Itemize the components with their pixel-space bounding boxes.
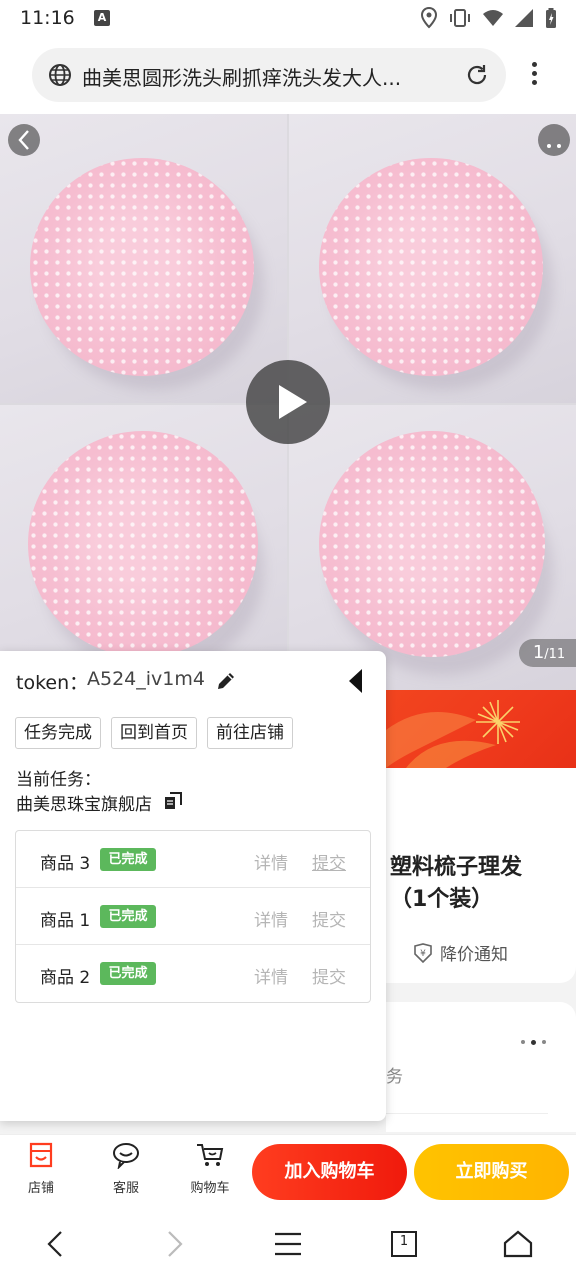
go-store-button[interactable]: 前往店铺 — [207, 717, 293, 749]
address-bar[interactable]: 曲美思圆形洗头刷抓痒洗头发大人... — [32, 48, 506, 102]
product-gallery[interactable]: 1/11 — [0, 114, 576, 692]
status-bar: 11:16 A — [0, 0, 576, 36]
task-submit-link[interactable]: 提交 — [312, 963, 346, 988]
play-icon — [279, 385, 307, 419]
store-label: 店铺 — [27, 1181, 54, 1196]
globe-icon — [49, 64, 71, 86]
panel-button-row: 任务完成 回到首页 前往店铺 — [15, 717, 293, 749]
task-row: 商品 1 已完成 详情 提交 — [16, 888, 370, 945]
customer-service-button[interactable]: 客服 — [96, 1141, 156, 1196]
signal-icon — [515, 9, 533, 27]
firework-icon — [386, 700, 520, 768]
task-submit-link[interactable]: 提交 — [312, 849, 346, 874]
token-value: A524_iv1m4 — [87, 668, 205, 690]
task-detail-link[interactable]: 详情 — [254, 963, 288, 988]
page-total: /11 — [544, 647, 566, 662]
product-info-card: 塑料梳子理发 （1个装） ¥ 降价通知 — [386, 768, 576, 983]
back-nav-icon[interactable] — [40, 1228, 72, 1260]
current-task-label: 当前任务： — [16, 770, 101, 790]
gallery-back-button[interactable] — [8, 124, 40, 156]
cart-icon — [197, 1144, 224, 1166]
gallery-more-button[interactable] — [538, 124, 570, 156]
vibrate-icon — [450, 9, 470, 27]
task-table: 商品 3 已完成 详情 提交 商品 1 已完成 详情 提交 商品 2 已完成 详… — [15, 830, 371, 1003]
task-row: 商品 2 已完成 详情 提交 — [16, 945, 370, 1002]
wifi-icon — [483, 10, 503, 26]
service-more-dots — [521, 1040, 546, 1045]
chevron-left-icon — [18, 130, 29, 150]
customer-service-label: 客服 — [112, 1181, 139, 1196]
customer-service-icon — [113, 1143, 139, 1171]
price-notify-button[interactable]: ¥ 降价通知 — [412, 940, 508, 965]
product-title-line2: （1个装） — [390, 887, 494, 912]
task-name: 商品 1 — [40, 911, 91, 931]
task-submit-link[interactable]: 提交 — [312, 906, 346, 931]
service-partial-text: 务 — [386, 1067, 403, 1087]
edit-icon[interactable] — [214, 669, 238, 693]
back-home-button[interactable]: 回到首页 — [111, 717, 197, 749]
address-text: 曲美思圆形洗头刷抓痒洗头发大人... — [82, 66, 402, 90]
product-image-tl — [0, 114, 287, 403]
collapse-left-icon[interactable] — [346, 667, 366, 695]
product-image-bl — [0, 405, 287, 692]
status-badge: 已完成 — [100, 848, 156, 871]
status-badge: 已完成 — [100, 962, 156, 985]
status-icons — [420, 6, 558, 30]
task-detail-link[interactable]: 详情 — [254, 849, 288, 874]
store-button[interactable]: 店铺 — [11, 1141, 71, 1196]
cart-label: 购物车 — [190, 1181, 230, 1196]
menu-nav-icon[interactable] — [272, 1228, 304, 1260]
browser-nav-bar: 1 — [0, 1208, 576, 1280]
battery-icon — [546, 8, 556, 28]
forward-nav-icon[interactable] — [158, 1228, 190, 1260]
screen: 11:16 A 曲美思圆形洗头刷抓痒洗头发大人... 1/11 塑料梳子理发 （… — [0, 0, 576, 1280]
price-notify-label: 降价通知 — [440, 945, 508, 965]
home-nav-icon[interactable] — [502, 1228, 534, 1260]
reload-icon[interactable] — [464, 62, 490, 88]
play-button[interactable] — [246, 360, 330, 444]
status-badge: 已完成 — [100, 905, 156, 928]
browser-toolbar: 曲美思圆形洗头刷抓痒洗头发大人... — [0, 36, 576, 114]
task-panel: token： A524_iv1m4 任务完成 回到首页 前往店铺 当前任务： 曲… — [0, 651, 386, 1121]
task-complete-button[interactable]: 任务完成 — [15, 717, 101, 749]
buy-now-button[interactable]: 立即购买 — [414, 1144, 569, 1200]
notification-icon: A — [94, 10, 110, 26]
product-title-line1: 塑料梳子理发 — [390, 855, 523, 880]
task-row: 商品 3 已完成 详情 提交 — [16, 831, 370, 888]
product-image-tr — [289, 114, 576, 403]
tabs-nav-button[interactable]: 1 — [388, 1228, 420, 1260]
price-tag-icon: ¥ — [414, 942, 432, 963]
copy-icon[interactable] — [164, 792, 182, 810]
more-vert-icon[interactable] — [522, 59, 546, 91]
location-icon — [420, 7, 438, 29]
image-page-counter: 1/11 — [519, 639, 576, 667]
service-card[interactable]: 务 — [386, 1002, 576, 1132]
svg-text:¥: ¥ — [420, 949, 426, 959]
task-name: 商品 2 — [40, 968, 91, 988]
tab-count: 1 — [399, 1234, 409, 1249]
store-icon — [29, 1142, 53, 1168]
status-time: 11:16 — [20, 7, 75, 29]
add-to-cart-button[interactable]: 加入购物车 — [252, 1144, 407, 1200]
token-label: token： — [16, 672, 89, 694]
product-title: 塑料梳子理发 （1个装） — [390, 852, 576, 916]
page-current: 1 — [532, 642, 545, 663]
store-name: 曲美思珠宝旗舰店 — [16, 795, 152, 815]
task-detail-link[interactable]: 详情 — [254, 906, 288, 931]
cart-button[interactable]: 购物车 — [180, 1141, 240, 1196]
promo-banner[interactable] — [386, 690, 576, 768]
task-name: 商品 3 — [40, 854, 91, 874]
purchase-action-bar: 店铺 客服 购物车 加入购物车 立即购买 — [0, 1134, 576, 1208]
